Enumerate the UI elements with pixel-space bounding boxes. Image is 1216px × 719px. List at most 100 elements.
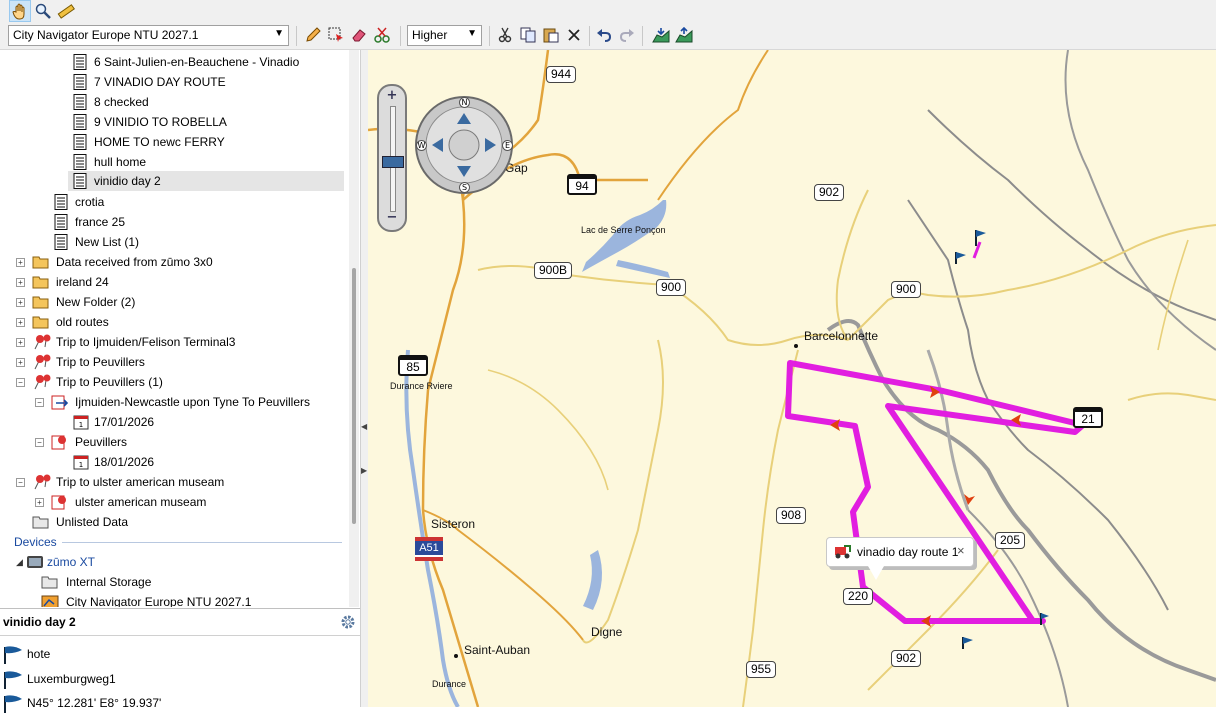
flag-icon [2, 646, 18, 662]
devices-header: Devices [14, 532, 57, 552]
map-flag[interactable] [956, 252, 966, 264]
zoom-tool-button[interactable] [32, 0, 54, 22]
expand-right-icon[interactable]: ▶ [361, 466, 367, 475]
chevron-down-icon: ▼ [274, 28, 284, 39]
tree-item-label: Trip to ulster american museam [56, 472, 224, 492]
road-shield: 900 [656, 279, 686, 296]
tooltip-close-icon[interactable]: × [957, 543, 965, 558]
tree-item-label: Internal Storage [66, 572, 151, 592]
expand-toggle[interactable]: + [16, 358, 25, 367]
tree-item-label: New List (1) [75, 232, 139, 252]
tree-item-route-selected[interactable]: vinidio day 2 [68, 171, 344, 191]
zoom-slider[interactable]: + − [377, 84, 407, 232]
expand-toggle[interactable]: + [16, 338, 25, 347]
collapse-toggle[interactable]: − [35, 398, 44, 407]
tree-item-label: Unlisted Data [56, 512, 128, 532]
collapse-toggle[interactable]: − [16, 478, 25, 487]
road-shield: 902 [814, 184, 844, 201]
settings-gear-icon[interactable] [340, 614, 356, 633]
tree-item-label: HOME TO newc FERRY [94, 132, 225, 152]
cut-button[interactable] [494, 24, 516, 46]
tree-item-label: 8 checked [94, 92, 149, 112]
paste-button[interactable] [540, 24, 562, 46]
list-document-icon [54, 234, 70, 250]
tree-item-label: hull home [94, 152, 146, 172]
collapse-toggle[interactable]: − [16, 378, 25, 387]
route-tool-button[interactable] [371, 24, 393, 46]
hand-tool-button[interactable] [9, 0, 31, 22]
redo-button[interactable] [616, 24, 638, 46]
device-receive-icon [652, 27, 670, 43]
tooltip-pointer [868, 566, 884, 580]
expand-toggle[interactable]: + [16, 278, 25, 287]
undo-icon [596, 27, 612, 43]
compass-east[interactable]: E [502, 140, 513, 151]
trip-pins-icon [32, 474, 48, 490]
zoom-thumb[interactable] [382, 156, 404, 168]
map-flag[interactable] [974, 230, 986, 258]
tree-scrollbar-thumb[interactable] [352, 268, 356, 524]
route-document-icon [73, 134, 89, 150]
road-shield: 955 [746, 661, 776, 678]
collapse-left-icon[interactable]: ◀ [361, 422, 367, 431]
erase-tool-button[interactable] [348, 24, 370, 46]
secondary-road-902 [837, 190, 868, 340]
trip-pins-icon [32, 334, 48, 350]
paste-icon [543, 27, 559, 43]
compass-south[interactable]: S [459, 182, 470, 193]
collapse-arrow-icon[interactable]: ◢ [16, 552, 23, 572]
device-send-icon [675, 27, 693, 43]
route-tooltip[interactable]: vinadio day route 1 × [826, 537, 974, 567]
flag-icon [2, 695, 18, 711]
compass-north[interactable]: N [459, 97, 470, 108]
place-label: Barcelonnette [804, 329, 878, 343]
compass-rose-icon [414, 95, 514, 195]
calendar-icon: 1 [73, 414, 89, 430]
tree-item-label: New Folder (2) [56, 292, 135, 312]
edit-tool-button[interactable] [302, 24, 324, 46]
town-dot [454, 654, 458, 658]
copy-button[interactable] [517, 24, 539, 46]
expand-toggle[interactable]: + [35, 498, 44, 507]
pan-compass[interactable]: N S E W [414, 95, 514, 195]
send-to-device-button[interactable] [673, 24, 695, 46]
folder-icon [32, 294, 48, 310]
compass-west[interactable]: W [416, 140, 427, 151]
folder-open-icon [32, 514, 48, 530]
zoom-in-button[interactable]: + [384, 88, 400, 103]
map-view[interactable]: 944 902 900 900B 900 908 205 220 902 955… [368, 50, 1216, 707]
undo-button[interactable] [593, 24, 615, 46]
svg-text:1: 1 [79, 461, 83, 469]
devices-header-label: Devices [14, 535, 57, 549]
road-shield: 908 [776, 507, 806, 524]
toolbar-divider [400, 26, 401, 46]
map-product-select[interactable]: City Navigator Europe NTU 2027.1 ▼ [8, 25, 289, 46]
national-road-shield: 85 [398, 355, 428, 376]
trip-pins-icon [32, 354, 48, 370]
tree-item-label: Ijmuiden-Newcastle upon Tyne To Peuville… [75, 392, 310, 412]
calendar-icon: 1 [73, 454, 89, 470]
select-tool-button[interactable] [325, 24, 347, 46]
expand-toggle[interactable]: + [16, 318, 25, 327]
close-icon [567, 28, 581, 42]
lake-water [582, 200, 666, 272]
measure-tool-button[interactable] [55, 0, 77, 22]
svg-text:1: 1 [79, 421, 83, 429]
delete-button[interactable] [563, 24, 585, 46]
place-label: Sisteron [431, 517, 475, 531]
expand-toggle[interactable]: + [16, 298, 25, 307]
map-flag[interactable] [963, 637, 973, 649]
trip-stop-icon [51, 494, 67, 510]
collapse-toggle[interactable]: − [35, 438, 44, 447]
scissors-route-icon [374, 27, 390, 43]
receive-from-device-button[interactable] [650, 24, 672, 46]
expand-toggle[interactable]: + [16, 258, 25, 267]
minor-road [488, 370, 608, 490]
route-document-icon [73, 54, 89, 70]
detail-level-value: Higher [412, 28, 447, 42]
zoom-out-button[interactable]: − [384, 210, 400, 225]
detail-level-select[interactable]: Higher ▼ [407, 25, 482, 46]
list-document-icon [54, 214, 70, 230]
route-document-icon [73, 74, 89, 90]
chevron-down-icon: ▼ [467, 28, 477, 39]
